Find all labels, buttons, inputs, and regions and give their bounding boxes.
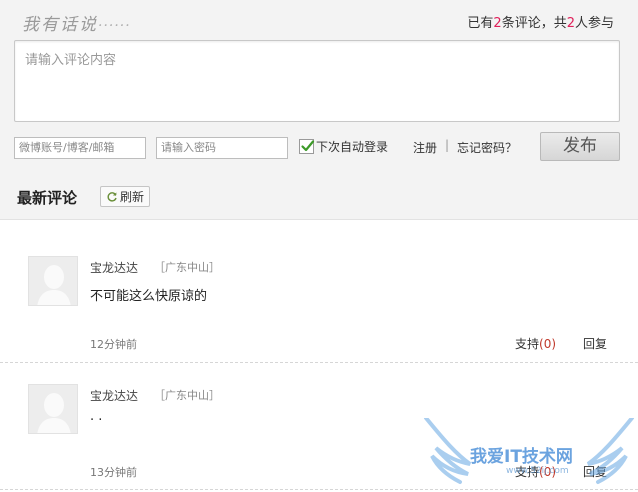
refresh-button[interactable]: 刷新 [100,186,150,207]
support-button[interactable]: 支持(0) [515,335,556,352]
refresh-label: 刷新 [119,190,144,204]
account-field[interactable]: 微博账号/博客/邮箱 [14,137,146,159]
support-label: 支持 [515,337,540,351]
watermark-url: www.52ij.com [506,466,569,476]
stats-prefix: 已有 [467,16,494,31]
comment-username[interactable]: 宝龙达达 [90,387,138,404]
watermark-text: 我爱IT技术网 [470,447,573,467]
comment-text: 不可能这么快原谅的 [90,289,208,304]
comment-location: ［广东中山］ [154,389,220,402]
comment-stats: 已有2条评论，共2人参与 [467,12,614,31]
brand-title: 我有话说······ [22,10,131,35]
support-count: (0) [539,337,557,351]
auto-login-option[interactable]: 下次自动登录 [299,138,388,155]
comment-divider [0,489,638,490]
comment-input[interactable]: 请输入评论内容 [14,40,620,122]
comment-placeholder: 请输入评论内容 [25,53,117,68]
comment-username[interactable]: 宝龙达达 [90,259,138,276]
brand-text: 我有话说 [22,15,98,35]
reply-button[interactable]: 回复 [583,463,607,480]
forgot-password-link[interactable]: 忘记密码？ [457,139,517,156]
refresh-icon [107,191,117,202]
register-link[interactable]: 注册 [413,139,437,156]
auto-login-checkbox[interactable] [299,139,315,154]
comment-location: ［广东中山］ [154,261,220,274]
latest-comments-title: 最新评论 [17,189,78,207]
auto-login-label: 下次自动登录 [316,140,389,154]
comment-divider [0,362,638,363]
stats-suffix: 人参与 [574,16,614,31]
stats-mid: 条评论，共 [501,16,567,31]
checkmark-icon [301,140,315,152]
account-placeholder: 微博账号/博客/邮箱 [19,141,115,154]
participant-count: 2 [566,16,575,31]
link-separator: | [445,138,450,152]
comment-form-panel: 我有话说······ 已有2条评论，共2人参与 请输入评论内容 微博账号/博客/… [0,0,638,220]
comment-item: 宝龙达达 ［广东中山］ 不可能这么快原谅的 12分钟前 支持(0) 回复 [0,256,638,384]
brand-dots: ······ [98,18,131,34]
comment-time: 12分钟前 [90,338,137,351]
comment-count: 2 [493,16,502,31]
publish-button[interactable]: 发布 [540,132,620,161]
comment-text: · · [90,413,103,428]
default-avatar-icon [29,257,77,305]
avatar[interactable] [28,256,78,306]
password-placeholder: 请输入密码 [161,141,216,154]
password-field[interactable]: 请输入密码 [156,137,288,159]
comment-time: 13分钟前 [90,466,137,479]
avatar[interactable] [28,384,78,434]
default-avatar-icon [29,385,77,433]
reply-button[interactable]: 回复 [583,335,607,352]
